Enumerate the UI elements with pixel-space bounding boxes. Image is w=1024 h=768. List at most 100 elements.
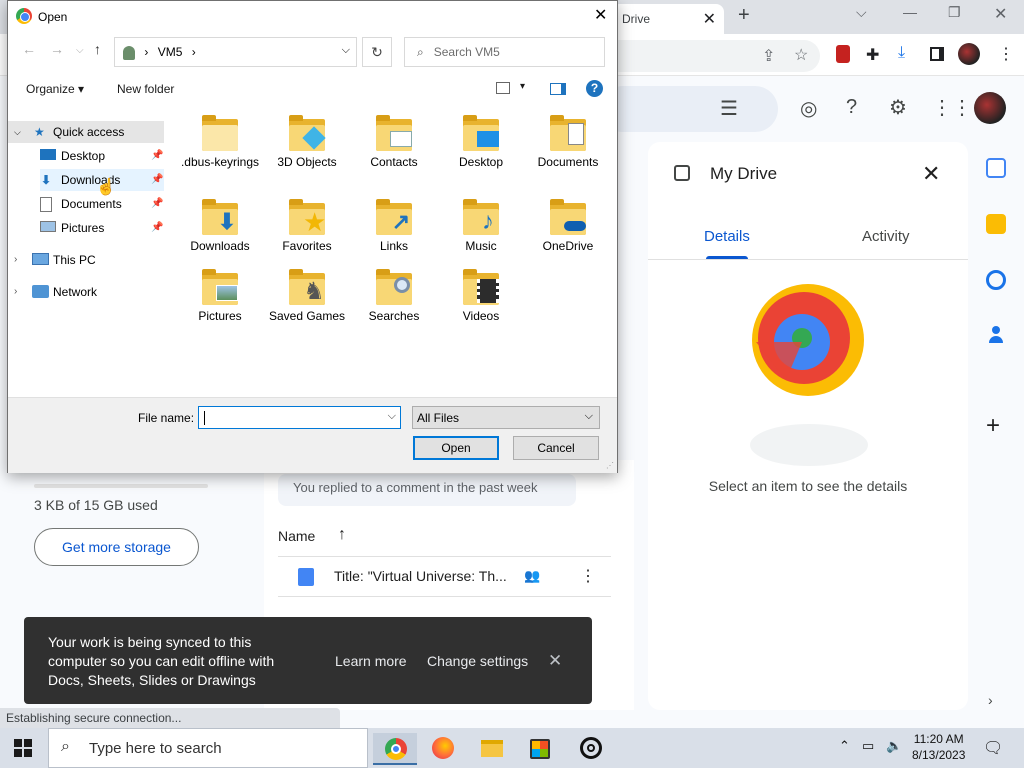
folder-item[interactable]: OneDrive bbox=[528, 199, 608, 254]
view-options-dropdown-icon[interactable]: ▾ bbox=[520, 81, 525, 92]
folder-item[interactable]: ♪ Music bbox=[441, 199, 521, 254]
expand-panel-chevron-icon[interactable]: › bbox=[988, 692, 993, 708]
offline-ready-icon[interactable]: ◎ bbox=[800, 96, 817, 121]
tab-search-chevron-icon[interactable]: ⌵ bbox=[856, 4, 867, 21]
windows-start-icon[interactable] bbox=[14, 739, 32, 757]
folder-item[interactable]: 3D Objects bbox=[267, 115, 347, 170]
search-options-icon[interactable]: ☰ bbox=[720, 96, 738, 121]
apps-grid-icon[interactable]: ⋮⋮ bbox=[932, 95, 972, 120]
calendar-icon[interactable] bbox=[986, 158, 1006, 178]
breadcrumb-vm5[interactable]: VM5 bbox=[158, 45, 183, 59]
taskbar-search-box[interactable]: ⌕ Type here to search bbox=[48, 728, 368, 768]
sort-arrow-up-icon[interactable]: ↑ bbox=[338, 526, 346, 544]
add-addon-icon[interactable]: + bbox=[986, 412, 1000, 440]
dialog-close-icon[interactable]: ✕ bbox=[594, 5, 607, 25]
breadcrumb-separator[interactable]: › bbox=[192, 45, 196, 59]
activity-chip[interactable]: You replied to a comment in the past wee… bbox=[278, 474, 576, 506]
tab-close-icon[interactable]: ✕ bbox=[703, 9, 716, 29]
folder-item[interactable]: Videos bbox=[441, 269, 521, 324]
help-icon[interactable]: ? bbox=[586, 80, 603, 97]
nav-this-pc[interactable]: › This PC bbox=[8, 249, 164, 271]
folder-item[interactable]: Desktop bbox=[441, 115, 521, 170]
preview-pane-icon[interactable] bbox=[550, 83, 566, 95]
forward-arrow-icon[interactable]: → bbox=[50, 41, 64, 57]
expand-chevron-icon[interactable]: › bbox=[14, 281, 17, 303]
file-type-select[interactable]: All Files ⌵ bbox=[412, 406, 600, 429]
bookmark-star-icon[interactable]: ☆ bbox=[794, 45, 808, 65]
back-arrow-icon[interactable]: ← bbox=[22, 41, 36, 57]
file-type-dropdown-icon[interactable]: ⌵ bbox=[585, 410, 593, 423]
new-tab-icon[interactable]: + bbox=[738, 4, 750, 27]
address-dropdown-icon[interactable]: ⌵ bbox=[342, 44, 350, 57]
file-name-dropdown-icon[interactable]: ⌵ bbox=[388, 410, 396, 423]
folder-item[interactable]: ★ Favorites bbox=[267, 199, 347, 254]
expand-chevron-icon[interactable]: › bbox=[14, 249, 17, 271]
open-button[interactable]: Open bbox=[413, 436, 499, 460]
taskbar-firefox[interactable] bbox=[421, 733, 465, 765]
change-view-icon[interactable] bbox=[496, 82, 510, 94]
new-folder-button[interactable]: New folder bbox=[117, 82, 174, 96]
folder-item[interactable]: ♞ Saved Games bbox=[267, 269, 347, 324]
close-details-icon[interactable]: ✕ bbox=[922, 161, 940, 187]
side-panel-icon[interactable] bbox=[930, 47, 944, 61]
address-bar[interactable] bbox=[600, 40, 820, 72]
keep-icon[interactable] bbox=[986, 214, 1006, 234]
taskbar-store[interactable] bbox=[517, 733, 561, 765]
nav-quick-access[interactable]: ⌵ ★ Quick access bbox=[8, 121, 164, 143]
help-icon[interactable]: ? bbox=[846, 96, 857, 119]
file-name-input[interactable]: ⌵ bbox=[198, 406, 401, 429]
dismiss-snackbar-icon[interactable]: ✕ bbox=[548, 651, 562, 671]
file-row-title[interactable]: Title: "Virtual Universe: Th... bbox=[334, 568, 507, 584]
refresh-icon[interactable]: ↻ bbox=[362, 37, 392, 67]
nav-network[interactable]: › Network bbox=[8, 281, 164, 303]
profile-avatar[interactable] bbox=[958, 43, 980, 65]
folder-item[interactable]: .dbus-keyrings bbox=[180, 115, 260, 170]
tab-details[interactable]: Details bbox=[704, 228, 750, 245]
window-close-icon[interactable]: ✕ bbox=[994, 4, 1007, 24]
drive-search-bar[interactable] bbox=[600, 86, 778, 132]
folder-item[interactable]: ⬇ Downloads bbox=[180, 199, 260, 254]
nav-downloads[interactable]: ⬇ Downloads 📌 ☝ bbox=[40, 169, 164, 196]
taskbar-file-explorer[interactable] bbox=[469, 733, 513, 765]
volume-icon[interactable]: 🔈 bbox=[886, 738, 902, 754]
up-arrow-icon[interactable]: ↑ bbox=[94, 41, 101, 57]
taskbar-recording-app[interactable] bbox=[569, 733, 613, 765]
folder-item[interactable]: Documents bbox=[528, 115, 608, 170]
recent-locations-icon[interactable]: ⌵ bbox=[76, 45, 84, 56]
address-breadcrumb[interactable]: › VM5 › ⌵ bbox=[114, 37, 357, 67]
browser-tab[interactable]: Drive ✕ bbox=[612, 4, 724, 34]
browser-menu-icon[interactable]: ⋮ bbox=[998, 44, 1014, 64]
tab-activity[interactable]: Activity bbox=[862, 228, 910, 245]
nav-pictures[interactable]: Pictures 📌 bbox=[40, 217, 164, 239]
folder-item[interactable]: Searches bbox=[354, 269, 434, 324]
name-column-header[interactable]: Name bbox=[278, 528, 315, 544]
expand-chevron-icon[interactable]: ⌵ bbox=[14, 121, 21, 143]
share-icon[interactable]: ⇪ bbox=[762, 46, 775, 66]
folder-item[interactable]: ↗ Links bbox=[354, 199, 434, 254]
restore-icon[interactable]: ❐ bbox=[948, 4, 961, 21]
cancel-button[interactable]: Cancel bbox=[513, 436, 599, 460]
nav-documents[interactable]: Documents 📌 bbox=[40, 193, 164, 215]
get-more-storage-button[interactable]: Get more storage bbox=[34, 528, 199, 566]
nav-desktop[interactable]: Desktop 📌 bbox=[40, 145, 164, 167]
folder-item[interactable]: Contacts bbox=[354, 115, 434, 170]
taskbar-clock[interactable]: 11:20 AM 8/13/2023 bbox=[912, 731, 965, 763]
change-settings-link[interactable]: Change settings bbox=[427, 653, 528, 669]
notifications-icon[interactable]: 🗨 bbox=[983, 738, 1003, 758]
contacts-icon[interactable] bbox=[988, 326, 1004, 344]
extensions-puzzle-icon[interactable]: ✚ bbox=[866, 45, 879, 65]
learn-more-link[interactable]: Learn more bbox=[335, 653, 407, 669]
resize-grip-icon[interactable]: ⋰ bbox=[606, 461, 614, 470]
tasks-icon[interactable] bbox=[986, 270, 1006, 290]
network-tray-icon[interactable]: ▭ bbox=[862, 738, 874, 754]
tray-overflow-chevron-icon[interactable]: ⌃ bbox=[839, 738, 850, 754]
taskbar-chrome[interactable] bbox=[373, 733, 417, 765]
file-more-actions-icon[interactable]: ⋮ bbox=[580, 566, 596, 586]
account-avatar[interactable] bbox=[974, 92, 1006, 124]
minimize-icon[interactable]: — bbox=[903, 4, 917, 20]
organize-menu[interactable]: Organize ▾ bbox=[26, 82, 84, 96]
dialog-search-input[interactable]: ⌕ Search VM5 bbox=[404, 37, 605, 67]
settings-gear-icon[interactable]: ⚙ bbox=[889, 95, 907, 120]
ublock-extension-icon[interactable] bbox=[836, 45, 850, 63]
download-icon[interactable]: ⤓ bbox=[898, 44, 905, 62]
